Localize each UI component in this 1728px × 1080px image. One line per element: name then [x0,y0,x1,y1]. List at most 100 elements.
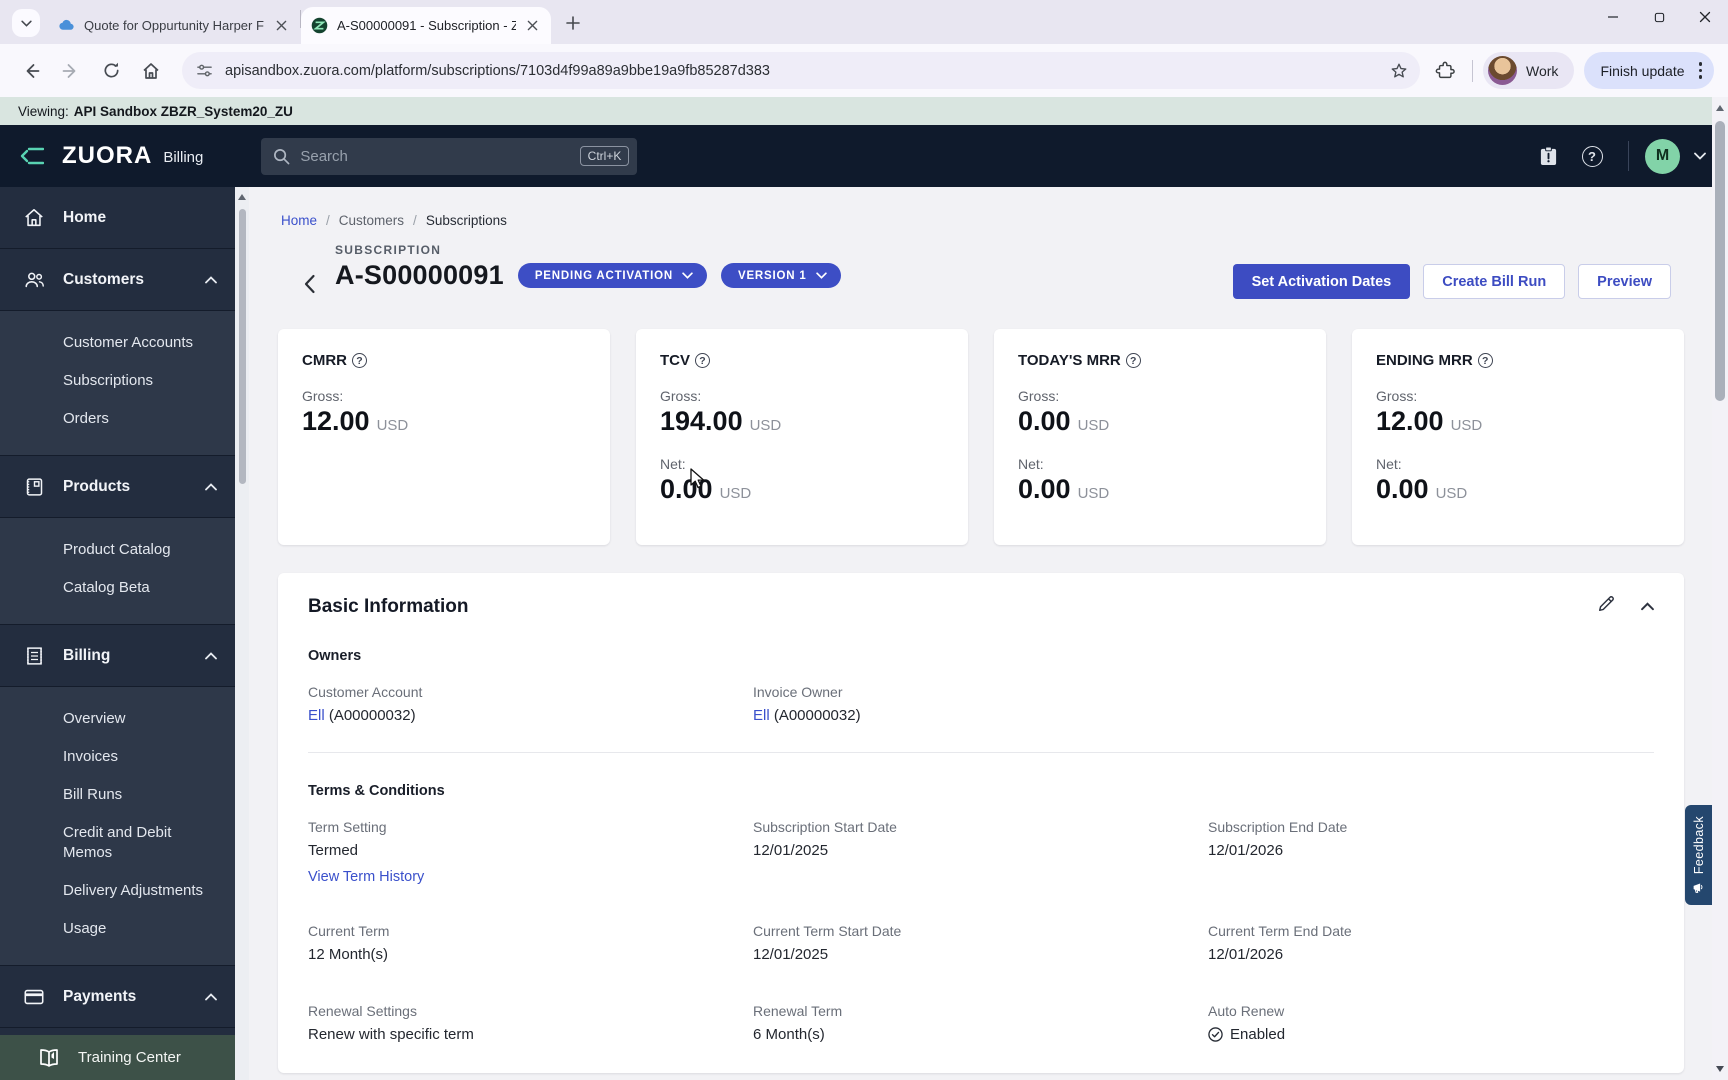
browser-toolbar: apisandbox.zuora.com/platform/subscripti… [0,44,1728,97]
sidebar-item-customers[interactable]: Customers [0,249,235,311]
breadcrumb-separator: / [326,213,330,228]
tab-title: Quote for Oppurtunity Harper F [84,18,264,33]
gross-label: Gross: [1376,388,1418,404]
minimize-button[interactable] [1590,0,1636,34]
breadcrumb-subscriptions[interactable]: Subscriptions [426,213,507,228]
new-tab-button[interactable] [559,9,587,37]
help-icon[interactable]: ? [1574,138,1610,174]
version-badge[interactable]: VERSION 1 [720,263,841,288]
back-chevron-icon[interactable] [299,270,320,298]
extensions-icon[interactable] [1428,54,1462,88]
sidebar-item-overview[interactable]: Overview [0,700,235,738]
sidebar-item-catalog-beta[interactable]: Catalog Beta [0,569,235,607]
field-value: 12/01/2025 [753,946,829,963]
bookmark-star-icon[interactable] [1384,56,1414,86]
reload-icon [103,62,119,78]
user-menu-chevron-icon[interactable] [1694,152,1706,160]
url-text[interactable]: apisandbox.zuora.com/platform/subscripti… [225,63,1384,79]
sidebar-item-invoices[interactable]: Invoices [0,738,235,776]
sidebar-item-training-center[interactable]: Training Center [0,1035,235,1080]
tab-close-icon[interactable] [524,17,541,34]
gross-label: Gross: [302,388,344,404]
preview-button[interactable]: Preview [1578,264,1671,299]
help-icon[interactable]: ? [1125,353,1141,368]
back-button[interactable] [14,54,48,88]
header-divider [1628,141,1629,171]
sidebar-item-usage[interactable]: Usage [0,910,235,948]
browser-menu-icon[interactable] [1695,58,1707,83]
tab-close-icon[interactable] [273,17,290,34]
sidebar-item-delivery-adjustments[interactable]: Delivery Adjustments [0,872,235,910]
sidebar-item-products[interactable]: Products [0,456,235,518]
sidebar-item-billing[interactable]: Billing [0,625,235,687]
maximize-button[interactable] [1636,0,1682,34]
maximize-icon [1654,12,1664,22]
scroll-down-arrow-icon[interactable] [1716,1066,1724,1072]
sidebar-item-product-catalog[interactable]: Product Catalog [0,531,235,569]
sidebar-item-home[interactable]: Home [0,187,235,249]
view-term-history-link[interactable]: View Term History [308,869,753,885]
field-label: Current Term End Date [1208,923,1352,939]
sidebar-item-customer-accounts[interactable]: Customer Accounts [0,324,235,362]
page-scrollbar[interactable] [1712,97,1728,1080]
help-icon[interactable]: ? [695,353,710,368]
breadcrumb-home[interactable]: Home [281,213,317,228]
close-button[interactable] [1682,0,1728,34]
breadcrumb-customers[interactable]: Customers [339,213,404,228]
terms-heading: Terms & Conditions [308,783,445,799]
collapse-section-icon[interactable] [1641,598,1654,616]
field-renewal-settings: Renewal Settings Renew with specific ter… [308,1003,753,1047]
global-search[interactable]: Ctrl+K [261,137,638,175]
tasks-alert-icon[interactable] [1530,138,1566,174]
finish-update-button[interactable]: Finish update [1584,52,1714,89]
field-label: Subscription Start Date [753,819,897,835]
reload-button[interactable] [94,54,128,88]
feedback-tab[interactable]: Feedback [1685,805,1712,905]
help-icon[interactable]: ? [1477,353,1493,368]
sidebar-scrollbar[interactable] [235,187,249,1080]
help-icon[interactable]: ? [352,353,367,368]
set-activation-dates-button[interactable]: Set Activation Dates [1232,264,1411,299]
browser-tab-subscription[interactable]: A-S00000091 - Subscription - Z [301,7,551,44]
scrollbar-thumb[interactable] [238,209,246,484]
edit-pencil-icon[interactable] [1597,595,1615,618]
field-invoice-owner: Invoice Owner Ell (A00000032) [753,684,1654,724]
browser-profile-button[interactable]: Work [1483,52,1575,89]
chevron-up-icon [205,992,217,1001]
banner-environment: API Sandbox ZBZR_System20_ZU [73,103,293,119]
gross-value: 194.00 [660,406,743,436]
field-label: Current Term [308,923,390,939]
sidebar-item-subscriptions[interactable]: Subscriptions [0,362,235,400]
sidebar-item-bill-runs[interactable]: Bill Runs [0,776,235,814]
forward-button[interactable] [54,54,88,88]
gross-value: 12.00 [302,406,370,436]
basic-information-panel: Basic Information Owners Customer Accoun… [278,573,1684,1073]
scrollbar-thumb[interactable] [1715,121,1725,401]
sidebar-item-credit-debit-memos[interactable]: Credit and Debit Memos [0,814,215,872]
page-header: SUBSCRIPTION A-S00000091 PENDING ACTIVAT… [249,228,1712,299]
browser-tab-quote[interactable]: Quote for Oppurtunity Harper F [48,7,300,44]
scroll-up-arrow-icon[interactable] [1716,105,1724,111]
home-button[interactable] [134,54,168,88]
chevron-up-icon [205,275,217,284]
finish-update-label: Finish update [1600,62,1685,79]
invoice-owner-link[interactable]: Ell [753,707,770,724]
field-current-term-end-date: Current Term End Date 12/01/2026 [1208,923,1654,963]
page-actions: Set Activation Dates Create Bill Run Pre… [1232,264,1671,299]
scroll-up-arrow-icon[interactable] [238,194,246,200]
sidebar-item-orders[interactable]: Orders [0,400,235,438]
address-bar[interactable]: apisandbox.zuora.com/platform/subscripti… [182,52,1421,89]
field-value: Renew with specific term [308,1026,474,1043]
collapse-menu-icon[interactable] [20,147,44,165]
create-bill-run-button[interactable]: Create Bill Run [1423,264,1566,299]
status-badge[interactable]: PENDING ACTIVATION [517,263,707,288]
tab-search-button[interactable] [12,9,40,37]
sidebar-item-payments[interactable]: Payments [0,966,235,1028]
search-input[interactable] [300,147,580,165]
user-avatar[interactable]: M [1645,138,1680,174]
field-value: Enabled [1230,1026,1286,1043]
customer-account-link[interactable]: Ell [308,707,325,724]
currency-label: USD [1435,485,1468,502]
field-customer-account: Customer Account Ell (A00000032) [308,684,753,724]
section-divider [308,752,1654,753]
